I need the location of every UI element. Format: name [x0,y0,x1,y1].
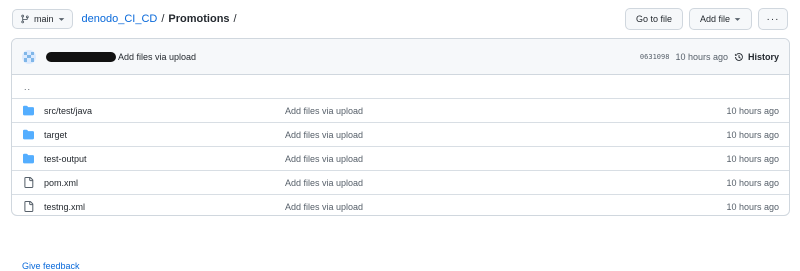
file-commit-time: 10 hours ago [726,105,779,116]
file-list: src/test/java Add files via upload 10 hour… [12,99,789,215]
file-name-link[interactable]: target [44,130,67,140]
file-commit-message-link[interactable]: Add files via upload [285,178,363,188]
file-row[interactable]: src/test/java Add files via upload 10 hour… [12,99,789,123]
history-link[interactable]: History [734,52,779,62]
file-icon [23,177,34,190]
file-commit-time: 10 hours ago [726,153,779,164]
file-commit-message-link[interactable]: Add files via upload [285,202,363,212]
folder-icon [23,153,34,166]
file-name-link[interactable]: pom.xml [44,178,78,188]
kebab-icon: ··· [766,13,780,25]
file-name-link[interactable]: test-output [44,154,87,164]
parent-directory-label: .. [24,81,32,92]
more-options-button[interactable]: ··· [758,8,788,30]
folder-icon [23,105,34,118]
breadcrumb-separator: / [161,13,165,25]
file-commit-time: 10 hours ago [726,129,779,140]
repo-toolbar: main denodo_CI_CD / Promotions / Go to f… [12,8,788,30]
file-row[interactable]: target Add files via upload 10 hours ago [12,123,789,147]
go-to-file-button[interactable]: Go to file [624,8,683,30]
history-icon [734,52,743,61]
branch-label: main [34,14,54,24]
commit-sha-link[interactable]: 0631098 [640,53,670,61]
branch-selector-button[interactable]: main [12,9,73,29]
latest-commit-bar: Add files via upload 0631098 10 hours ag… [12,39,789,75]
git-branch-icon [21,14,29,24]
folder-icon [23,129,34,142]
breadcrumb-current-folder: Promotions [168,13,230,25]
breadcrumb-separator: / [233,13,237,25]
go-to-file-label: Go to file [635,14,672,24]
add-file-label: Add file [699,14,730,24]
file-row[interactable]: test-output Add files via upload 10 hours … [12,147,789,171]
toolbar-actions: Go to file Add file ··· [624,8,788,30]
file-row[interactable]: pom.xml Add files via upload 10 hours ago [12,171,789,195]
file-row[interactable]: testng.xml Add files via upload 10 hours a… [12,195,789,215]
commit-meta: 0631098 10 hours ago History [640,52,779,62]
history-label: History [747,51,779,62]
file-commit-time: 10 hours ago [726,202,779,212]
avatar[interactable] [22,49,36,64]
identicon-icon [24,51,34,62]
chevron-down-icon [58,17,64,21]
breadcrumb: denodo_CI_CD / Promotions / [82,13,237,25]
file-browser: Add files via upload 0631098 10 hours ag… [11,38,790,216]
parent-directory-link[interactable]: .. [12,75,789,99]
breadcrumb-repo-link[interactable]: denodo_CI_CD [82,13,158,25]
file-name-link[interactable]: src/test/java [44,106,92,116]
file-commit-message-link[interactable]: Add files via upload [285,130,363,140]
redacted-author [46,51,116,62]
commit-time: 10 hours ago [675,51,728,62]
give-feedback-link[interactable]: Give feedback [22,261,80,271]
file-commit-message-link[interactable]: Add files via upload [285,106,363,116]
chevron-down-icon [734,17,741,21]
file-icon [23,201,34,214]
file-name-link[interactable]: testng.xml [44,202,85,212]
commit-message-link[interactable]: Add files via upload [118,52,196,62]
file-commit-time: 10 hours ago [726,177,779,188]
file-commit-message-link[interactable]: Add files via upload [285,154,363,164]
add-file-button[interactable]: Add file [688,8,752,30]
